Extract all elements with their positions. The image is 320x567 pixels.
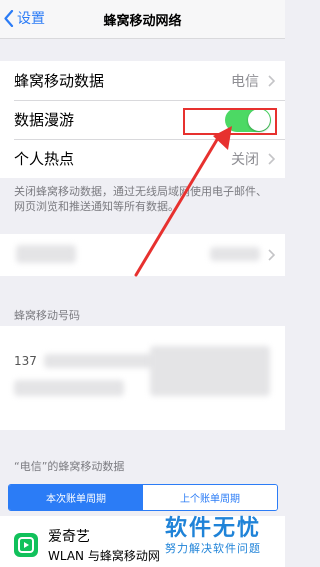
- annotation-arrow: [134, 126, 232, 277]
